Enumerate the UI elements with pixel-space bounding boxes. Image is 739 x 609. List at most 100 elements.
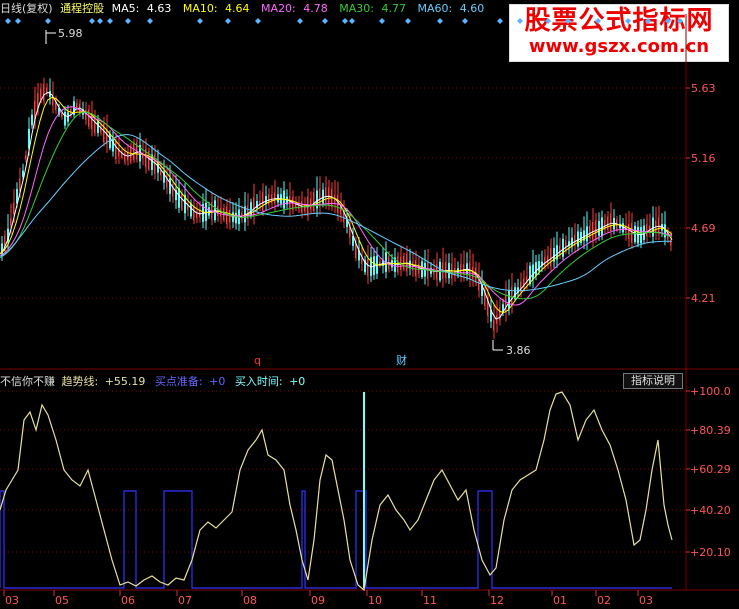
candle-body — [292, 196, 294, 211]
candle-body — [460, 264, 462, 276]
chart-header: 日线(复权) 通程控股 MA5: 4.63 MA10: 4.64 MA20: 4… — [0, 0, 492, 15]
candle-body — [394, 257, 396, 272]
candle-body — [664, 224, 666, 238]
candle-body — [499, 307, 501, 321]
candle-body — [424, 262, 426, 277]
candle-body — [547, 255, 549, 264]
signal-diamond — [5, 18, 11, 24]
candle-body — [574, 234, 576, 247]
candle-body — [103, 123, 105, 143]
candle-body — [112, 139, 114, 152]
candle-body — [406, 253, 408, 272]
candle-body — [10, 218, 12, 226]
candle-body — [100, 127, 102, 133]
buy-ready-label: 买点准备: +0 — [154, 375, 226, 388]
buy-ready-line — [0, 490, 672, 589]
candle-body — [631, 222, 633, 243]
stock-name: 通程控股 — [60, 2, 105, 15]
candle-body — [334, 194, 336, 205]
candle-body — [301, 201, 303, 213]
candle-body — [157, 163, 159, 173]
candle-body — [454, 267, 456, 276]
candle-body — [556, 245, 558, 260]
candle-body — [475, 267, 477, 283]
candle-body — [628, 223, 630, 240]
candle-body — [280, 194, 282, 204]
signal-diamond — [147, 18, 153, 24]
candle-body — [517, 287, 519, 293]
candle-body — [229, 209, 231, 223]
candle-body — [340, 205, 342, 215]
candle-body — [496, 314, 498, 324]
candle-body — [670, 239, 672, 246]
candle-body — [73, 101, 75, 115]
candle-body — [646, 224, 648, 237]
watermark-title: 股票公式指标网 — [524, 6, 714, 36]
candle-body — [592, 222, 594, 240]
candle-body — [244, 206, 246, 223]
candle-body — [541, 261, 543, 266]
candle-body — [601, 217, 603, 237]
candle-body — [577, 231, 579, 247]
time-tick-label: 03 — [5, 594, 19, 607]
candle-body — [586, 226, 588, 242]
candle-body — [562, 238, 564, 257]
signal-diamond — [405, 18, 411, 24]
candle-body — [19, 178, 21, 192]
candle-body — [439, 261, 441, 281]
signal-diamond — [225, 18, 231, 24]
candle-body — [115, 140, 117, 160]
candle-body — [307, 196, 309, 216]
signal-diamond — [497, 18, 503, 24]
candle-body — [481, 284, 483, 296]
candle-body — [163, 171, 165, 183]
time-tick-label: 09 — [311, 594, 325, 607]
candle-body — [484, 289, 486, 306]
candle-body — [127, 152, 129, 161]
candle-body — [418, 263, 420, 274]
candle-body — [40, 88, 42, 100]
candle-body — [376, 255, 378, 274]
candle-body — [445, 261, 447, 279]
period-label[interactable]: 日线(复权) — [0, 2, 53, 15]
candle-body — [520, 281, 522, 292]
candle-body — [214, 200, 216, 221]
candle-body — [331, 189, 333, 207]
time-tick-label: 10 — [368, 594, 382, 607]
candle-body — [121, 151, 123, 158]
candle-body — [589, 225, 591, 239]
indicator-help-button[interactable]: 指标说明 — [623, 373, 683, 389]
candle-body — [457, 268, 459, 275]
signal-diamond — [89, 18, 95, 24]
candle-body — [421, 261, 423, 278]
candle-body — [196, 211, 198, 218]
candle-body — [463, 264, 465, 274]
candle-body — [241, 212, 243, 219]
candle-body — [202, 203, 204, 222]
candle-body — [4, 235, 6, 250]
candle-body — [433, 269, 435, 274]
candle-body — [658, 217, 660, 234]
watermark-url: www.gszx.com.cn — [528, 36, 710, 57]
candle-body — [193, 205, 195, 221]
candle-body — [172, 184, 174, 197]
candle-body — [319, 188, 321, 208]
candle-body — [268, 194, 270, 205]
trend-label: 趋势线: +55.19 — [61, 375, 146, 388]
candle-body — [265, 195, 267, 205]
candle-body — [175, 189, 177, 201]
candle-body — [661, 224, 663, 231]
candle-body — [502, 304, 504, 313]
candle-body — [655, 220, 657, 233]
candle-body — [55, 102, 57, 110]
candle-body — [346, 219, 348, 227]
price-tick-label: 4.21 — [691, 292, 716, 305]
candle-body — [571, 237, 573, 247]
candle-body — [274, 192, 276, 204]
candle-body — [352, 236, 354, 246]
candle-body — [559, 245, 561, 255]
stock-chart-window: 日线(复权) 通程控股 MA5: 4.63 MA10: 4.64 MA20: 4… — [0, 0, 739, 609]
candle-body — [205, 202, 207, 222]
candle-body — [490, 309, 492, 322]
candle-body — [472, 267, 474, 279]
